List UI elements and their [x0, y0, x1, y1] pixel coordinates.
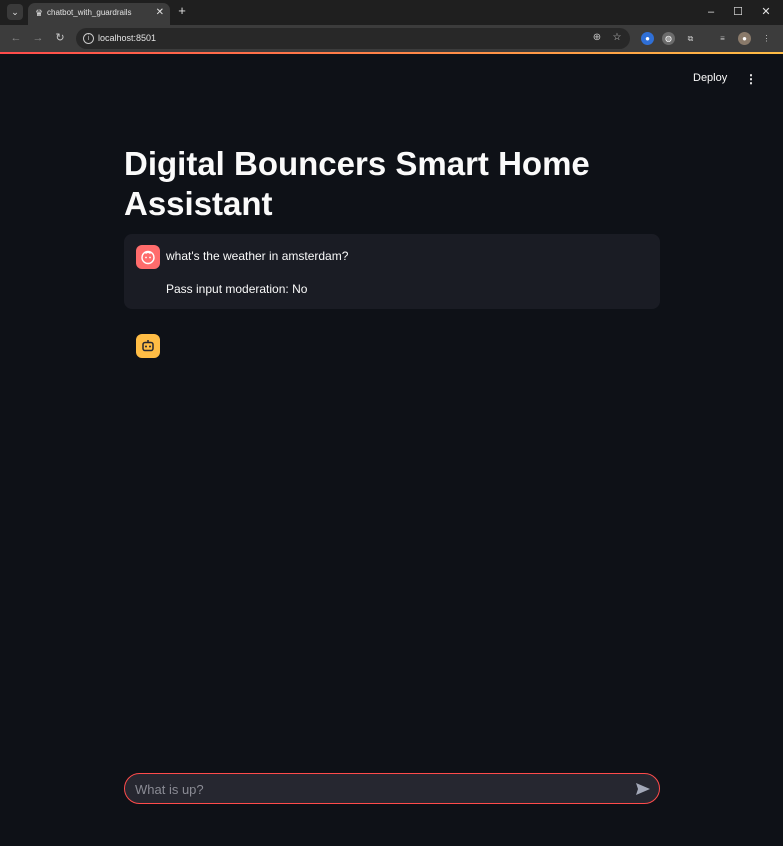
puzzle-icon[interactable]: ⧉ [684, 32, 697, 45]
forward-arrow-icon[interactable]: → [31, 31, 45, 45]
user-avatar-icon [136, 245, 160, 269]
streamlit-app: Deploy ⋮ Digital Bouncers Smart Home Ass… [3, 54, 780, 846]
url-text: localhost:8501 [98, 33, 157, 43]
menu-icon[interactable]: ⋮ [760, 32, 773, 45]
kebab-menu-icon[interactable]: ⋮ [745, 71, 757, 87]
message-text: what's the weather in amsterdam? [166, 249, 349, 263]
close-window-icon[interactable]: ✕ [759, 5, 773, 19]
extension-icon[interactable]: ● [641, 32, 654, 45]
chat-input-field[interactable] [135, 780, 625, 798]
browser-chrome: ⌄ ♛ chatbot_with_guardrails ✕ + – ☐ ✕ ← … [0, 0, 783, 54]
user-message: what's the weather in amsterdam? Pass in… [124, 234, 660, 309]
reload-icon[interactable]: ↻ [53, 31, 67, 45]
send-icon[interactable] [633, 779, 653, 799]
media-icon[interactable]: ≡ [716, 32, 729, 45]
tab-strip: ⌄ ♛ chatbot_with_guardrails ✕ + – ☐ ✕ [0, 0, 783, 25]
profile-avatar-icon[interactable]: ● [738, 32, 751, 45]
tab-title: chatbot_with_guardrails [47, 8, 132, 17]
star-icon[interactable]: ☆ [611, 32, 623, 44]
extension-2-icon[interactable]: ◍ [662, 32, 675, 45]
page-title: Digital Bouncers Smart Home Assistant [124, 145, 590, 222]
tab-search-icon[interactable]: ⌄ [7, 4, 23, 20]
maximize-icon[interactable]: ☐ [731, 5, 745, 19]
minimize-icon[interactable]: – [704, 5, 718, 19]
bot-avatar-icon [136, 334, 160, 358]
address-bar[interactable]: i localhost:8501 ⊕ ☆ [76, 28, 630, 49]
browser-tab[interactable]: ♛ chatbot_with_guardrails ✕ [28, 3, 170, 25]
zoom-icon[interactable]: ⊕ [591, 32, 603, 44]
deploy-button[interactable]: Deploy [693, 72, 727, 84]
back-arrow-icon[interactable]: ← [9, 31, 23, 45]
browser-toolbar: ← → ↻ i localhost:8501 ⊕ ☆ ● ◍ ⧉ ≡ ● ⋮ [0, 25, 783, 52]
moderation-text: Pass input moderation: No [166, 282, 308, 296]
plus-icon[interactable]: + [175, 4, 189, 18]
chat-input[interactable] [124, 773, 660, 804]
close-icon[interactable]: ✕ [156, 6, 164, 20]
streamlit-favicon-icon: ♛ [34, 8, 44, 18]
info-icon[interactable]: i [83, 33, 94, 44]
